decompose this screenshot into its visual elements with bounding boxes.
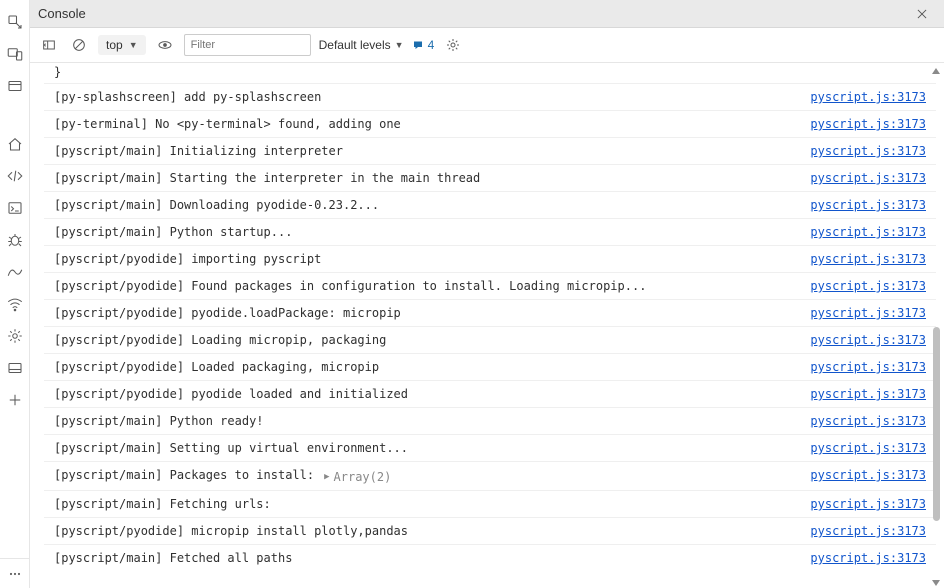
close-button[interactable] bbox=[908, 0, 936, 28]
panel-icon[interactable] bbox=[2, 355, 28, 381]
console-icon[interactable] bbox=[2, 195, 28, 221]
source-link[interactable]: pyscript.js:3173 bbox=[810, 412, 926, 430]
log-row: [pyscript/main] Fetched all paths pyscrip… bbox=[44, 544, 936, 571]
log-row: [pyscript/main] Packages to install:▶Arr… bbox=[44, 461, 936, 490]
preamble-text: } bbox=[44, 63, 936, 83]
scroll-down-icon[interactable] bbox=[932, 580, 940, 586]
log-message: [pyscript/pyodide] Found packages in con… bbox=[54, 277, 800, 295]
log-row: [pyscript/pyodide] micropip install plot… bbox=[44, 517, 936, 544]
log-message: [pyscript/main] Downloading pyodide-0.23… bbox=[54, 196, 800, 214]
inspect-icon[interactable] bbox=[2, 9, 28, 35]
source-link[interactable]: pyscript.js:3173 bbox=[810, 250, 926, 268]
live-expression-icon[interactable] bbox=[154, 34, 176, 56]
source-link[interactable]: pyscript.js:3173 bbox=[810, 466, 926, 484]
levels-label: Default levels bbox=[319, 38, 391, 52]
expand-icon: ▶ bbox=[324, 468, 329, 486]
panel-title: Console bbox=[38, 6, 86, 21]
log-row: [pyscript/pyodide] Loading micropip, pac… bbox=[44, 326, 936, 353]
add-icon[interactable] bbox=[2, 387, 28, 413]
performance-icon[interactable] bbox=[2, 259, 28, 285]
source-link[interactable]: pyscript.js:3173 bbox=[810, 196, 926, 214]
log-row: [pyscript/main] Setting up virtual envir… bbox=[44, 434, 936, 461]
array-label: Array(2) bbox=[334, 468, 392, 486]
filter-input[interactable] bbox=[184, 34, 311, 56]
source-link[interactable]: pyscript.js:3173 bbox=[810, 495, 926, 513]
log-row: [pyscript/pyodide] pyodide.loadPackage: … bbox=[44, 299, 936, 326]
source-link[interactable]: pyscript.js:3173 bbox=[810, 223, 926, 241]
execution-context-select[interactable]: top ▼ bbox=[98, 35, 146, 55]
source-link[interactable]: pyscript.js:3173 bbox=[810, 277, 926, 295]
scroll-up-icon[interactable] bbox=[932, 68, 940, 74]
log-message: [pyscript/pyodide] pyodide.loadPackage: … bbox=[54, 304, 800, 322]
log-row: [pyscript/pyodide] Found packages in con… bbox=[44, 272, 936, 299]
log-row: [pyscript/pyodide] Loaded packaging, mic… bbox=[44, 353, 936, 380]
log-message: [pyscript/main] Starting the interpreter… bbox=[54, 169, 800, 187]
devices-icon[interactable] bbox=[2, 41, 28, 67]
gear-icon[interactable] bbox=[2, 323, 28, 349]
console-toolbar: top ▼ Default levels ▼ 4 bbox=[30, 28, 944, 63]
source-link[interactable]: pyscript.js:3173 bbox=[810, 169, 926, 187]
source-link[interactable]: pyscript.js:3173 bbox=[810, 142, 926, 160]
log-message: [pyscript/pyodide] pyodide loaded and in… bbox=[54, 385, 800, 403]
code-icon[interactable] bbox=[2, 163, 28, 189]
scrollbar-thumb[interactable] bbox=[933, 327, 940, 521]
activity-bar bbox=[0, 0, 30, 588]
bug-icon[interactable] bbox=[2, 227, 28, 253]
home-icon[interactable] bbox=[2, 131, 28, 157]
log-row: [pyscript/main] Fetching urls: pyscript.j… bbox=[44, 490, 936, 517]
source-link[interactable]: pyscript.js:3173 bbox=[810, 439, 926, 457]
array-preview[interactable]: ▶ Array(2) bbox=[324, 468, 391, 486]
source-link[interactable]: pyscript.js:3173 bbox=[810, 331, 926, 349]
log-message: [pyscript/main] Python startup... bbox=[54, 223, 800, 241]
log-message: [pyscript/main] Fetched all paths bbox=[54, 549, 800, 567]
network-icon[interactable] bbox=[2, 291, 28, 317]
issues-count: 4 bbox=[428, 38, 435, 52]
source-link[interactable]: pyscript.js:3173 bbox=[810, 88, 926, 106]
log-message: [pyscript/pyodide] Loading micropip, pac… bbox=[54, 331, 800, 349]
console-log-area[interactable]: } [py-splashscreen] add py-splashscreen p… bbox=[30, 63, 944, 588]
log-levels-select[interactable]: Default levels ▼ bbox=[319, 38, 404, 52]
panel-header: Console bbox=[30, 0, 944, 28]
window-icon[interactable] bbox=[2, 73, 28, 99]
log-row: [pyscript/main] Python startup... pyscrip… bbox=[44, 218, 936, 245]
log-message: [pyscript/main] Packages to install:▶Arr… bbox=[54, 466, 800, 486]
source-link[interactable]: pyscript.js:3173 bbox=[810, 115, 926, 133]
log-row: [pyscript/main] Starting the interpreter… bbox=[44, 164, 936, 191]
log-row: [pyscript/pyodide] pyodide loaded and in… bbox=[44, 380, 936, 407]
source-link[interactable]: pyscript.js:3173 bbox=[810, 522, 926, 540]
log-message: [py-splashscreen] add py-splashscreen bbox=[54, 88, 800, 106]
toggle-drawer-icon[interactable] bbox=[38, 34, 60, 56]
log-row: [pyscript/pyodide] importing pyscript pys… bbox=[44, 245, 936, 272]
source-link[interactable]: pyscript.js:3173 bbox=[810, 385, 926, 403]
log-row: [pyscript/main] Python ready! pyscript.js… bbox=[44, 407, 936, 434]
log-message: [pyscript/pyodide] micropip install plot… bbox=[54, 522, 800, 540]
log-message: [pyscript/pyodide] importing pyscript bbox=[54, 250, 800, 268]
log-message: [pyscript/pyodide] Loaded packaging, mic… bbox=[54, 358, 800, 376]
log-message: [pyscript/main] Python ready! bbox=[54, 412, 800, 430]
log-message: [pyscript/main] Setting up virtual envir… bbox=[54, 439, 800, 457]
log-row: [py-splashscreen] add py-splashscreen pys… bbox=[44, 83, 936, 110]
log-message: [py-terminal] No <py-terminal> found, ad… bbox=[54, 115, 800, 133]
log-row: [pyscript/main] Downloading pyodide-0.23… bbox=[44, 191, 936, 218]
log-row: [py-terminal] No <py-terminal> found, ad… bbox=[44, 110, 936, 137]
context-label: top bbox=[106, 38, 123, 52]
chevron-down-icon: ▼ bbox=[129, 40, 138, 50]
issues-button[interactable]: 4 bbox=[412, 38, 435, 52]
source-link[interactable]: pyscript.js:3173 bbox=[810, 304, 926, 322]
issues-icon bbox=[412, 39, 424, 51]
log-row: [pyscript/main] Initializing interpreter… bbox=[44, 137, 936, 164]
chevron-down-icon: ▼ bbox=[395, 40, 404, 50]
log-message: [pyscript/main] Initializing interpreter bbox=[54, 142, 800, 160]
clear-console-icon[interactable] bbox=[68, 34, 90, 56]
settings-icon[interactable] bbox=[442, 34, 464, 56]
more-icon[interactable] bbox=[0, 558, 30, 588]
log-message: [pyscript/main] Fetching urls: bbox=[54, 495, 800, 513]
source-link[interactable]: pyscript.js:3173 bbox=[810, 358, 926, 376]
source-link[interactable]: pyscript.js:3173 bbox=[810, 549, 926, 567]
